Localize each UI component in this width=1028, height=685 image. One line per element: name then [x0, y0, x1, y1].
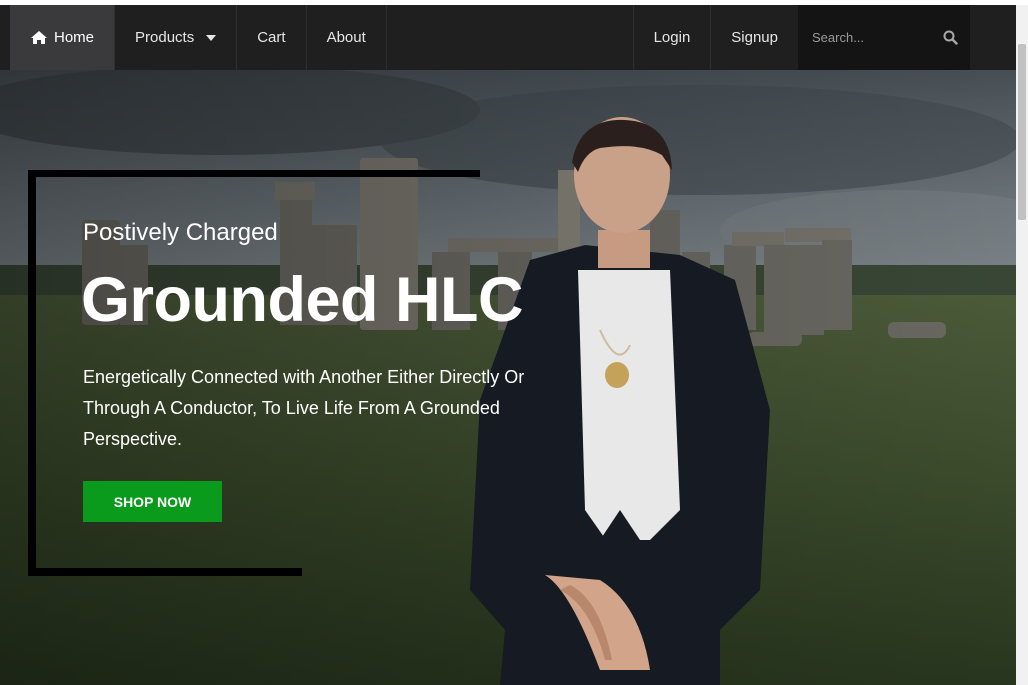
hero-frame-top	[28, 170, 480, 177]
nav-signup-label: Signup	[731, 29, 778, 46]
nav-signup[interactable]: Signup	[710, 5, 798, 70]
nav-about-label: About	[326, 29, 366, 46]
hero-banner: Postively Charged Grounded HLC Energetic…	[0, 70, 1016, 685]
search-icon[interactable]	[943, 30, 958, 45]
hero-frame-bottom	[28, 568, 302, 576]
scrollbar-thumb[interactable]	[1018, 44, 1026, 220]
nav-cart-label: Cart	[257, 29, 286, 46]
nav-home[interactable]: Home	[10, 5, 116, 70]
hero-eyebrow: Postively Charged	[83, 219, 278, 246]
caret-down-icon	[206, 34, 217, 41]
hero-description: Energetically Connected with Another Eit…	[83, 367, 525, 449]
nav-home-label: Home	[54, 29, 95, 46]
navbar: Home Products Cart About Login Signup	[0, 5, 1016, 70]
nav-login[interactable]: Login	[632, 5, 711, 70]
nav-cart[interactable]: Cart	[237, 5, 307, 70]
hero-frame-left	[28, 170, 36, 576]
home-icon	[30, 30, 48, 45]
nav-login-label: Login	[653, 29, 691, 46]
search-box	[798, 5, 970, 70]
hero-headline: Grounded HLC	[81, 265, 523, 335]
search-input[interactable]	[810, 29, 943, 46]
nav-products[interactable]: Products	[115, 5, 238, 70]
nav-left: Home Products Cart About	[10, 5, 387, 70]
nav-products-label: Products	[135, 29, 195, 46]
nav-about[interactable]: About	[307, 5, 387, 70]
nav-right: Login Signup	[632, 5, 1016, 70]
shop-now-button[interactable]: SHOP NOW	[83, 481, 222, 522]
